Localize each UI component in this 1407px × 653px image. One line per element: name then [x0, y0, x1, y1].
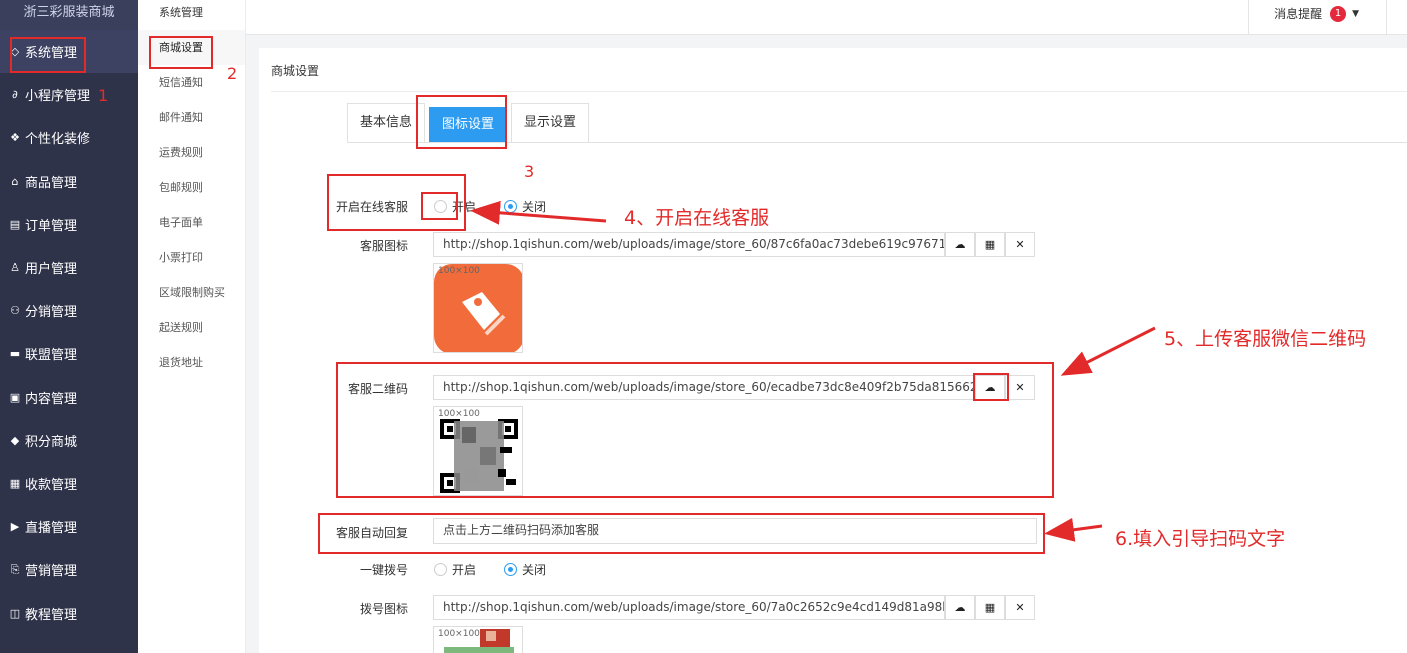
annotation-step6: 6.填入引导扫码文字 — [1115, 528, 1286, 550]
arrow-step4 — [470, 200, 607, 225]
arrow-step6 — [1044, 517, 1103, 542]
annotation-step5: 5、上传客服微信二维码 — [1164, 328, 1367, 350]
annotation-step4: 4、开启在线客服 — [624, 207, 770, 229]
arrow-step5 — [1060, 326, 1156, 376]
